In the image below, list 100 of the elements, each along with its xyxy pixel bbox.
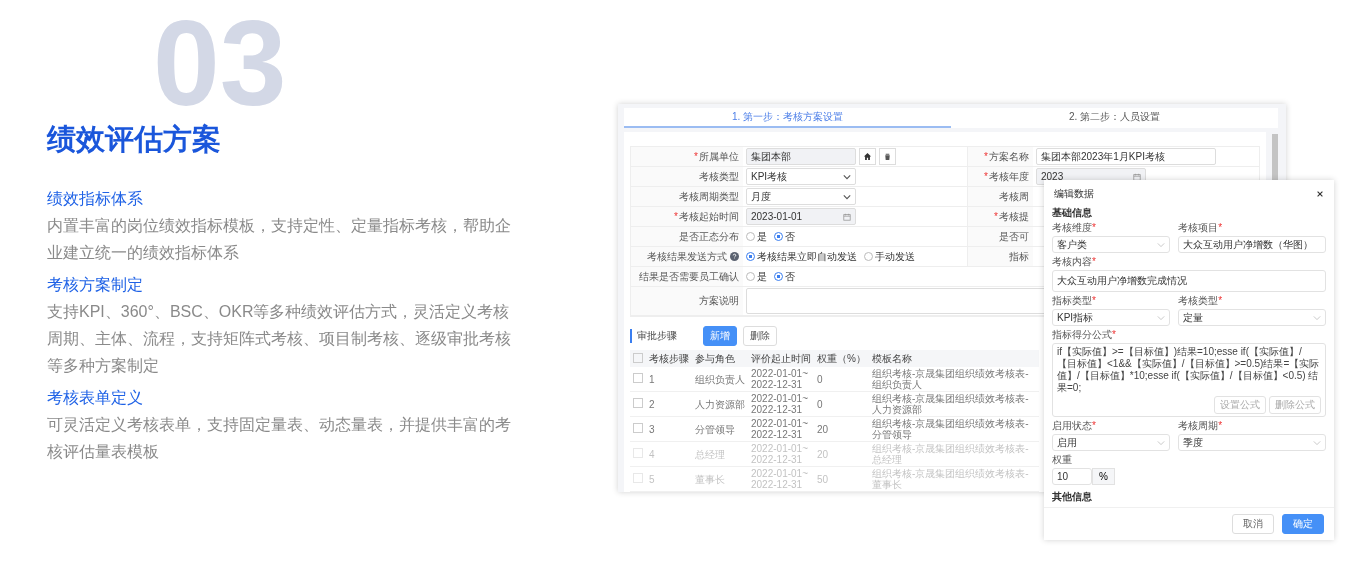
name-field[interactable]: 集团本部2023年1月KPI考核	[1036, 148, 1216, 165]
feature-text: 内置丰富的岗位绩效指标模板，支持定性、定量指标考核，帮助企业建立统一的绩效指标体系	[47, 216, 512, 263]
checkbox[interactable]	[633, 352, 643, 363]
chevron-down-icon	[1157, 240, 1166, 249]
select-field[interactable]: 客户类	[1052, 236, 1171, 253]
field-label: 考核年度	[989, 169, 1029, 184]
home-icon[interactable]	[859, 148, 876, 165]
calendar-icon	[843, 212, 851, 221]
required-mark: *	[694, 151, 698, 162]
checkbox[interactable]	[633, 373, 643, 383]
field-label: 权重	[1052, 454, 1072, 465]
required-mark: *	[1112, 329, 1116, 340]
field-label: 所属单位	[699, 149, 739, 164]
step-tab[interactable]: 1. 第一步：考核方案设置	[624, 108, 951, 128]
select-field[interactable]: 月度	[746, 188, 856, 205]
table-cell: 2	[649, 398, 655, 410]
radio-button[interactable]	[774, 272, 783, 281]
section-title: 绩效评估方案	[47, 122, 222, 157]
field-label: 考核起始时间	[679, 209, 739, 224]
radio-button[interactable]	[746, 252, 755, 261]
field-label: 方案名称	[989, 149, 1029, 164]
field-label: 考核周	[999, 189, 1029, 204]
field-label: 考核结果发送方式	[647, 249, 727, 264]
chevron-down-icon	[1313, 438, 1321, 447]
radio-label: 考核结果立即自动发送	[757, 249, 857, 264]
close-icon[interactable]	[1316, 190, 1324, 198]
required-mark: *	[994, 211, 998, 222]
chevron-down-icon	[843, 172, 851, 181]
table-cell: 2022-01-01~2022-12-31	[751, 443, 808, 465]
calendar-icon	[1133, 172, 1141, 181]
trash-icon[interactable]	[879, 148, 896, 165]
text-area[interactable]: 大众互动用户净增数完成情况	[1052, 270, 1326, 292]
field-label: 考核周期类型	[679, 189, 739, 204]
feature-heading: 绩效指标体系	[47, 189, 144, 209]
table-cell: 1	[649, 373, 655, 385]
chevron-down-icon	[1157, 438, 1166, 447]
field-label: 方案说明	[699, 294, 739, 308]
table-cell: 分管领导	[695, 423, 735, 435]
field-label: 结果是否需要员工确认	[639, 269, 739, 284]
radio-label: 是	[757, 269, 767, 284]
table-cell: 4	[649, 448, 655, 460]
delete-button[interactable]: 删除	[743, 326, 777, 346]
select-field[interactable]: KPI指标	[1052, 309, 1171, 326]
required-mark: *	[1218, 420, 1223, 431]
table-cell: 0	[817, 398, 823, 410]
required-mark: *	[1218, 295, 1223, 306]
field-label: 考核项目	[1178, 222, 1219, 233]
text-field[interactable]: 大众互动用户净增数（华图）	[1178, 236, 1326, 253]
column-header: 考核步骤	[649, 352, 689, 364]
feature-text: 支持KPI、360°、BSC、OKR等多种绩效评估方式，灵活定义考核周期、主体、流程，支持矩阵式考核、项目制考核、逐级审批考核等多种方案制定	[47, 302, 512, 376]
field-label: 启用状态	[1052, 420, 1092, 431]
checkbox[interactable]	[633, 398, 643, 408]
feature-heading: 考核方案制定	[47, 275, 144, 295]
cancel-button[interactable]: 取消	[1232, 514, 1274, 534]
feature-text: 可灵活定义考核表单，支持固定量表、动态量表，并提供丰富的考核评估量表模板	[47, 415, 512, 462]
dialog-title: 编辑数据	[1054, 187, 1094, 201]
required-mark: *	[1092, 420, 1096, 431]
table-cell: 2022-01-01~2022-12-31	[751, 418, 808, 440]
required-mark: *	[674, 211, 678, 222]
column-header: 评价起止时间	[751, 352, 811, 364]
table-cell: 20	[817, 448, 829, 460]
field-label: 指标得分公式	[1052, 329, 1112, 340]
select-field[interactable]: 启用	[1052, 434, 1171, 451]
table-cell: 组织考核-京晟集团组织绩效考核表-人力资源部	[871, 393, 1029, 415]
field-label: 考核内容	[1052, 256, 1092, 267]
table-cell: 50	[817, 473, 829, 485]
radio-label: 手动发送	[875, 249, 915, 264]
radio-label: 是	[757, 229, 767, 244]
required-mark: *	[984, 171, 988, 182]
column-header: 权重（%）	[817, 352, 866, 364]
table-cell: 20	[817, 423, 829, 435]
table-cell: 组织考核-京晟集团组织绩效考核表-分管领导	[871, 418, 1029, 440]
unit-field[interactable]: 集团本部	[746, 148, 856, 165]
field-label: 是否正态分布	[679, 229, 739, 244]
section-title: 其他信息	[1052, 490, 1093, 504]
table-cell: 组织负责人	[695, 373, 745, 385]
unit-suffix: %	[1092, 468, 1115, 485]
required-mark: *	[1092, 295, 1096, 306]
select-field[interactable]: KPI考核	[746, 168, 856, 185]
table-cell: 2022-01-01~2022-12-31	[751, 393, 808, 415]
table-cell: 3	[649, 423, 655, 435]
field-label: 考核周期	[1178, 420, 1219, 431]
field-label: 指标	[1009, 249, 1029, 264]
date-field[interactable]: 2023-01-01	[746, 208, 856, 225]
select-field[interactable]: 定量	[1178, 309, 1326, 326]
table-cell: 人力资源部	[695, 398, 745, 410]
checkbox[interactable]	[633, 423, 643, 433]
column-header: 参与角色	[695, 352, 735, 364]
step-tab[interactable]: 2. 第二步：人员设置	[951, 108, 1278, 128]
required-mark: *	[984, 151, 988, 162]
table-cell: 5	[649, 473, 655, 485]
chevron-down-icon	[843, 192, 851, 201]
table-cell: 组织考核-京晟集团组织绩效考核表-组织负责人	[871, 368, 1029, 390]
select-field[interactable]: 季度	[1178, 434, 1326, 451]
column-header: 模板名称	[871, 352, 912, 364]
table-cell: 2022-01-01~2022-12-31	[751, 468, 808, 490]
required-mark: *	[1218, 222, 1223, 233]
required-mark: *	[1092, 256, 1096, 267]
radio-button[interactable]	[774, 232, 783, 241]
field-label: 考核提	[999, 209, 1029, 224]
